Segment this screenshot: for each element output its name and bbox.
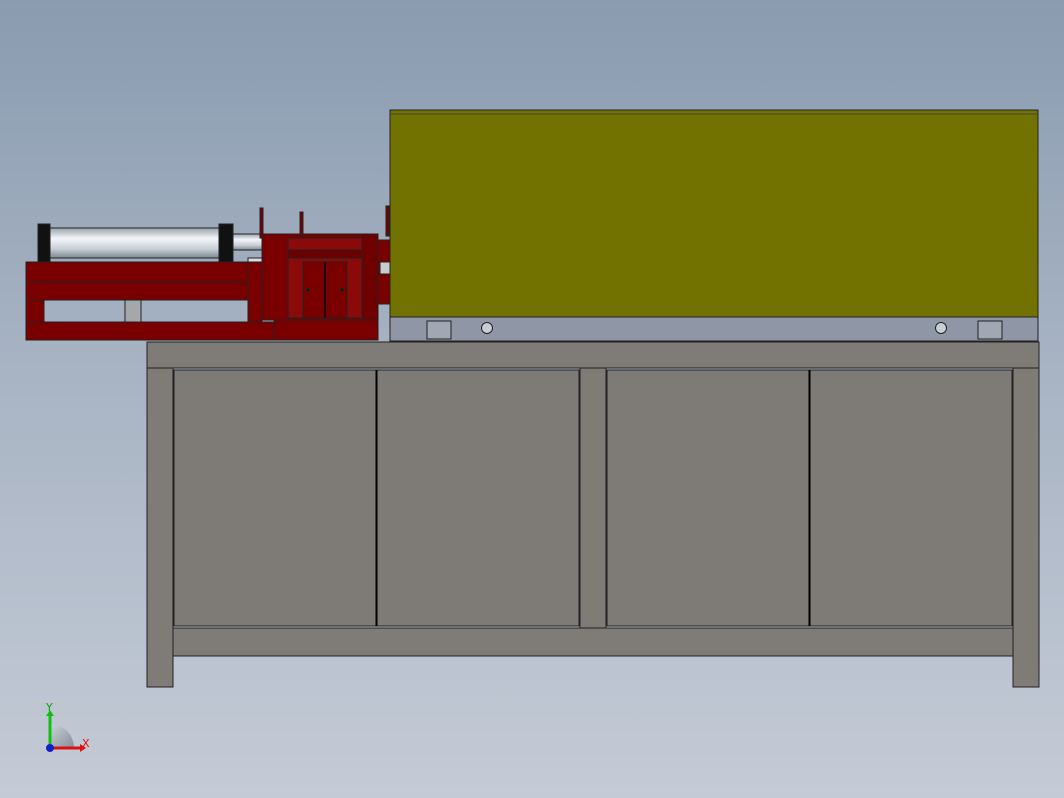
guide-post-1 [259, 207, 264, 239]
clamp-top-band [287, 249, 363, 259]
cabinet-door-3[interactable] [606, 369, 810, 627]
frame-upper-rail [25, 281, 275, 301]
bolt-hole-right [935, 322, 947, 334]
triad-quadrant [50, 724, 74, 748]
triad-z-axis [46, 744, 54, 752]
clamp-right-shoulder [361, 233, 379, 321]
guide-roller [379, 261, 391, 275]
coordinate-triad: X Y [45, 701, 90, 752]
clamp-bolt-1 [306, 288, 310, 292]
cylinder-barrel [47, 227, 221, 259]
triad-x-label: X [82, 737, 90, 750]
bench-bottom-rail [172, 627, 1014, 657]
clamp-unit [259, 205, 391, 321]
cylinder-rod [232, 233, 264, 251]
cylinder-end-cap-right [218, 223, 234, 263]
guide-post-3 [385, 205, 390, 237]
bench-top-plate [146, 341, 1040, 369]
cabinet-door-2[interactable] [376, 369, 580, 627]
cabinet-door-1[interactable] [173, 369, 377, 627]
bench-left-leg [146, 367, 174, 688]
base-foot-left [426, 320, 452, 340]
clamp-bolt-2 [340, 288, 344, 292]
guide-post-2 [299, 211, 304, 237]
base-foot-right [977, 320, 1003, 340]
frame-top-rail [25, 261, 249, 283]
frame-connector [247, 261, 263, 323]
cabinet-door-4[interactable] [809, 369, 1013, 627]
cad-viewport[interactable]: X Y [0, 0, 1064, 798]
cylinder-end-cap-left [37, 223, 51, 263]
triad-y-label: Y [45, 701, 53, 714]
workbench-cabinet [146, 341, 1040, 688]
heating-enclosure [389, 109, 1039, 342]
frame-support-gray [124, 299, 142, 323]
bolt-hole-left [481, 322, 493, 334]
frame-lower-block [273, 319, 379, 341]
bench-center-post [579, 367, 607, 630]
frame-bottom-rail [25, 321, 275, 341]
enclosure-hood [389, 109, 1039, 318]
bench-right-leg [1012, 367, 1040, 688]
